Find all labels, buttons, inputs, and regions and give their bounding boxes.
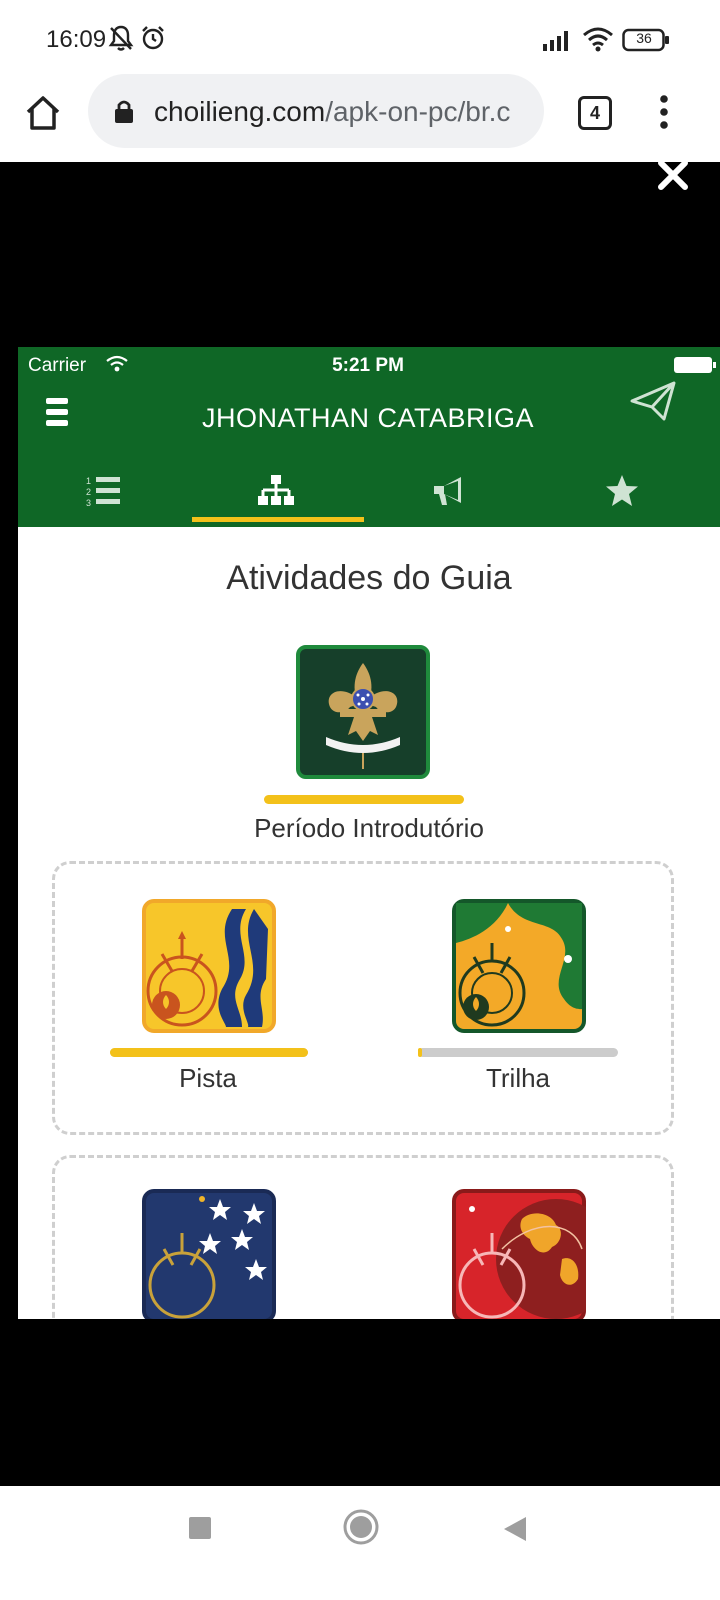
lock-icon[interactable]	[112, 98, 136, 124]
home-circle-icon[interactable]	[342, 1508, 380, 1546]
app-title: JHONATHAN CATABRIGA	[201, 403, 535, 433]
close-icon[interactable]	[656, 158, 690, 192]
url-path: /apk-on-pc/br.c	[325, 96, 511, 127]
home-icon[interactable]	[22, 92, 64, 134]
tab-numbered-list[interactable]: 1 2 3	[18, 459, 190, 527]
section-title: Atividades do Guia	[226, 559, 512, 597]
pista-label: Pista	[179, 1063, 237, 1093]
wifi-icon	[583, 27, 613, 52]
bell-off-icon	[108, 25, 134, 51]
send-icon[interactable]	[630, 381, 676, 421]
trilha-label: Trilha	[485, 1063, 551, 1093]
ios-time: 5:21 PM	[332, 355, 404, 376]
svg-text:1: 1	[86, 476, 91, 486]
intro-label: Período Introdutório	[254, 813, 484, 843]
tab-favorites[interactable]	[536, 459, 708, 527]
back-icon[interactable]	[502, 1515, 528, 1543]
app-screenshot: Carrier 5:21 PM JHONATHAN CATABRIGA 1 2 …	[18, 347, 720, 1319]
alarm-icon	[142, 26, 164, 50]
pista-badge[interactable]	[142, 899, 276, 1033]
url-text[interactable]: choilieng.com/apk-on-pc/br.c	[154, 96, 534, 128]
active-tab-indicator	[192, 517, 364, 522]
fleur-de-lis-badge[interactable]	[296, 645, 430, 779]
ios-battery-icon	[674, 357, 716, 373]
megaphone-icon	[434, 477, 461, 505]
svg-text:3: 3	[86, 498, 91, 508]
trilha-progress-fill	[418, 1048, 422, 1057]
menu-icon[interactable]	[46, 397, 68, 427]
pista-progress-track	[110, 1048, 308, 1057]
battery-level: 36	[636, 30, 652, 46]
url-host: choilieng.com	[154, 96, 326, 127]
svg-text:2: 2	[86, 487, 91, 497]
ios-carrier: Carrier	[28, 355, 87, 376]
hierarchy-icon	[258, 475, 294, 505]
ios-wifi-icon	[106, 355, 128, 372]
more-vert-icon[interactable]	[656, 94, 672, 130]
numbered-list-icon: 1 2 3	[86, 476, 120, 508]
tab-switcher-button[interactable]: 4	[578, 96, 612, 130]
recent-apps-icon[interactable]	[189, 1517, 211, 1539]
star-icon	[606, 475, 638, 506]
pista-progress-fill	[110, 1048, 308, 1057]
stars-badge[interactable]	[142, 1189, 276, 1319]
trilha-progress-track	[418, 1048, 618, 1057]
globe-badge[interactable]	[452, 1189, 586, 1319]
status-time: 16:09	[46, 26, 107, 53]
intro-progress-bar	[264, 795, 464, 804]
signal-icon	[543, 31, 568, 51]
trilha-badge[interactable]	[452, 899, 586, 1033]
tab-announcements[interactable]	[363, 459, 535, 527]
